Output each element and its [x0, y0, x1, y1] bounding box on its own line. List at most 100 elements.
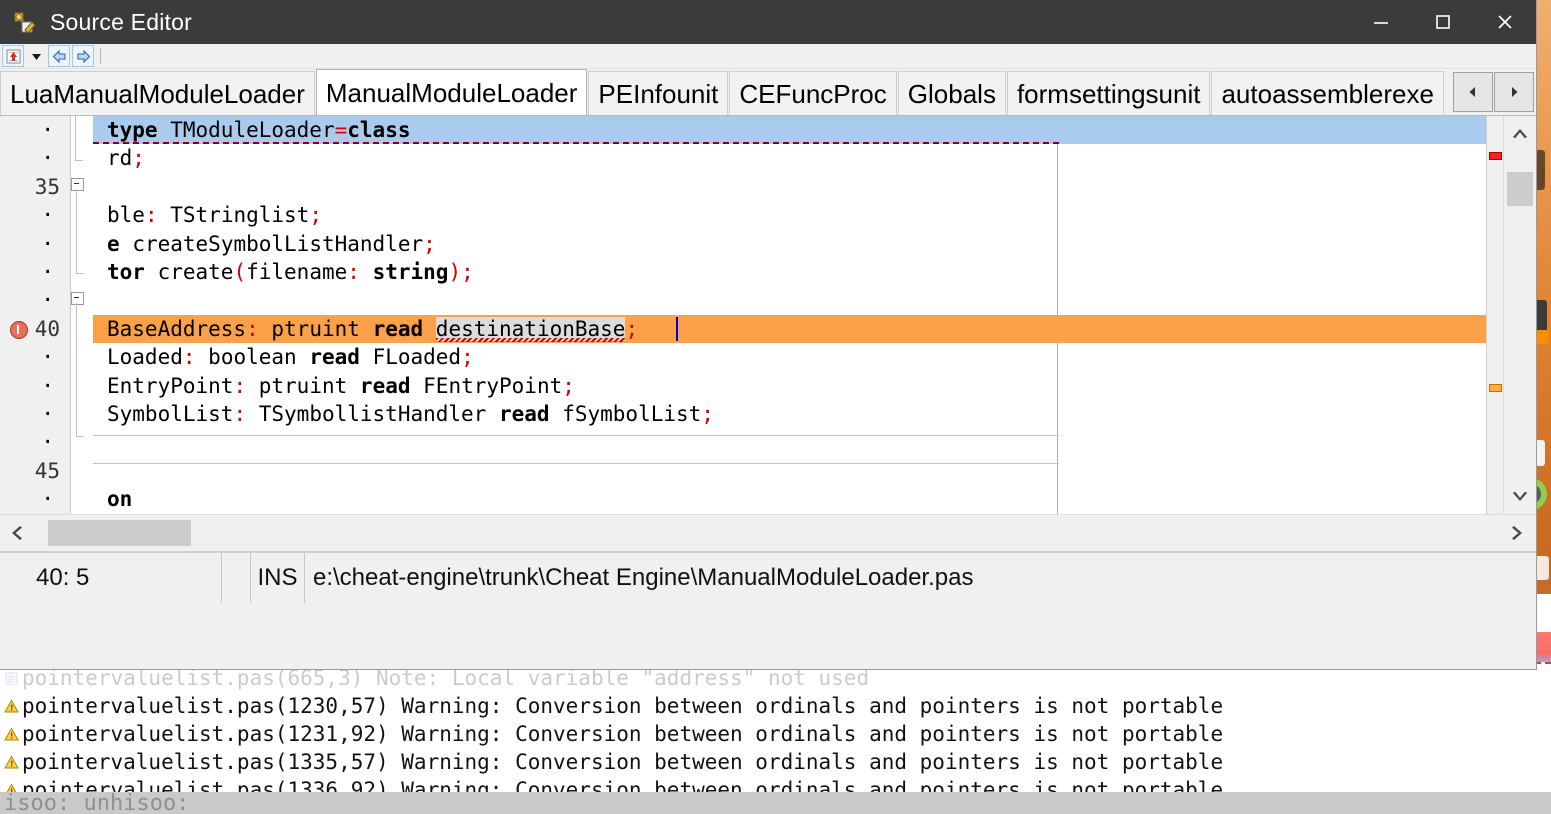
editor-gutter[interactable]: · · 35 · · · · 40 · · · · 45 ·: [0, 116, 70, 514]
code-line[interactable]: EntryPoint: ptruint read FEntryPoint;: [93, 372, 1486, 400]
code-line[interactable]: Loaded: boolean read FLoaded;: [93, 343, 1486, 371]
code-identifier: TModuleLoader: [170, 118, 335, 142]
file-tab[interactable]: CEFuncProc: [729, 71, 897, 115]
code-line[interactable]: tor create(filename: string);: [93, 258, 1486, 286]
scroll-up-button[interactable]: [1504, 116, 1536, 150]
file-tab-bar[interactable]: LuaManualModuleLoader ManualModuleLoader P…: [0, 69, 1536, 116]
code-identifier: ptruint: [258, 373, 348, 398]
maximize-button[interactable]: [1412, 0, 1474, 44]
code-line[interactable]: BaseAddress: ptruint read destinationBas…: [93, 314, 1486, 344]
code-identifier: FEntryPoint: [423, 373, 563, 398]
code-keyword: string: [372, 259, 449, 284]
code-punctuation: :: [182, 345, 196, 370]
gutter-dot[interactable]: ·: [0, 116, 70, 144]
tab-scroll-left-button[interactable]: [1453, 72, 1493, 112]
file-tab[interactable]: formsettingsunit: [1006, 71, 1211, 115]
message-row[interactable]: pointervaluelist.pas(1231,92) Warning: C…: [0, 720, 1551, 748]
editor-toolbar[interactable]: [0, 44, 1536, 69]
insert-mode-status: INS: [251, 553, 305, 603]
file-tab[interactable]: LuaManualModuleLoader: [0, 71, 315, 115]
file-tab[interactable]: ManualModuleLoader: [315, 69, 588, 115]
selection-underline: [93, 142, 1059, 144]
marker-error[interactable]: [1489, 152, 1502, 160]
fold-toggle-icon[interactable]: [71, 178, 84, 191]
code-line[interactable]: rd;: [93, 144, 1486, 172]
code-punctuation: :: [233, 373, 247, 398]
vertical-scroll-thumb[interactable]: [1507, 172, 1533, 206]
message-row[interactable]: pointervaluelist.pas(1335,57) Warning: C…: [0, 748, 1551, 776]
note-icon: [0, 671, 22, 686]
minimize-button[interactable]: [1350, 0, 1412, 44]
code-keyword: type: [107, 118, 158, 142]
gutter-dot[interactable]: ·: [0, 201, 70, 229]
gutter-dot[interactable]: ·: [0, 258, 70, 286]
code-keyword: read: [359, 373, 411, 398]
code-line[interactable]: ble: TStringlist;: [93, 201, 1486, 229]
tab-scroll-right-button[interactable]: [1494, 72, 1534, 112]
chevron-down-icon[interactable]: [26, 46, 46, 66]
editor-marker-strip[interactable]: [1486, 116, 1503, 514]
gutter-dot[interactable]: ·: [0, 144, 70, 172]
code-line[interactable]: [93, 428, 1486, 456]
message-text: pointervaluelist.pas(1335,57) Warning: C…: [22, 750, 1224, 774]
code-identifier: TStringlist: [170, 203, 310, 228]
gutter-dot[interactable]: ·: [0, 400, 70, 428]
file-tabs[interactable]: LuaManualModuleLoader ManualModuleLoader P…: [0, 69, 1452, 115]
gutter-error-icon[interactable]: [10, 320, 28, 339]
gutter-line-number[interactable]: 35: [0, 173, 70, 201]
code-keyword: class: [347, 118, 411, 142]
code-line[interactable]: [93, 457, 1486, 485]
file-tab[interactable]: Globals: [897, 71, 1006, 115]
warning-icon: [0, 754, 22, 770]
close-button[interactable]: [1474, 0, 1536, 44]
message-text: pointervaluelist.pas(1230,57) Warning: C…: [22, 694, 1224, 718]
gutter-dot[interactable]: ·: [0, 286, 70, 314]
gutter-line-number[interactable]: 45: [0, 457, 70, 485]
gutter-dot[interactable]: ·: [0, 230, 70, 258]
bookmark-icon[interactable]: [2, 45, 24, 67]
gutter-dot[interactable]: ·: [0, 372, 70, 400]
code-punctuation: (: [233, 259, 247, 284]
scroll-right-button[interactable]: [1500, 516, 1534, 550]
file-tab[interactable]: autoassemblerexe: [1211, 71, 1444, 115]
editor-vertical-scrollbar[interactable]: [1503, 116, 1536, 514]
text-caret: [676, 316, 678, 341]
code-line[interactable]: [93, 286, 1486, 314]
code-identifier: ptruint: [271, 316, 360, 341]
code-line[interactable]: [93, 173, 1486, 201]
marker-warning[interactable]: [1489, 384, 1502, 392]
file-tab[interactable]: PEInfounit: [588, 71, 729, 115]
editor-horizontal-scrollbar[interactable]: [0, 514, 1536, 551]
arrow-right-icon[interactable]: [72, 45, 94, 67]
code-line[interactable]: SymbolList: TSymbollistHandler read fSym…: [93, 400, 1486, 428]
toolbar-separator: [100, 48, 101, 64]
code-line[interactable]: e createSymbolListHandler;: [93, 230, 1486, 258]
gutter-dot[interactable]: ·: [0, 485, 70, 513]
code-text-area[interactable]: type TModuleLoader=class rd; ble: TStringl…: [93, 116, 1486, 514]
scroll-down-button[interactable]: [1504, 480, 1536, 514]
code-keyword: e: [107, 231, 120, 256]
gutter-dot[interactable]: ·: [0, 428, 70, 456]
tab-scroll-controls[interactable]: [1452, 69, 1536, 115]
code-line[interactable]: on: [93, 485, 1486, 513]
code-punctuation: ;: [309, 203, 322, 228]
gutter-dot[interactable]: ·: [0, 343, 70, 371]
fold-toggle-icon[interactable]: [71, 292, 84, 305]
code-folding-gutter[interactable]: [70, 116, 93, 514]
message-row[interactable]: pointervaluelist.pas(1230,57) Warning: C…: [0, 692, 1551, 720]
horizontal-scroll-thumb[interactable]: [48, 520, 191, 546]
warning-icon: [0, 698, 22, 714]
highlighted-word: destinationBase: [435, 316, 626, 342]
arrow-left-icon[interactable]: [48, 45, 70, 67]
code-line[interactable]: type TModuleLoader=class: [93, 116, 1486, 145]
scroll-left-button[interactable]: [0, 516, 34, 550]
code-editor[interactable]: · · 35 · · · · 40 · · · · 45 · type TModuleLoader=cla…: [0, 116, 1536, 514]
window-titlebar[interactable]: Source Editor: [0, 0, 1536, 44]
